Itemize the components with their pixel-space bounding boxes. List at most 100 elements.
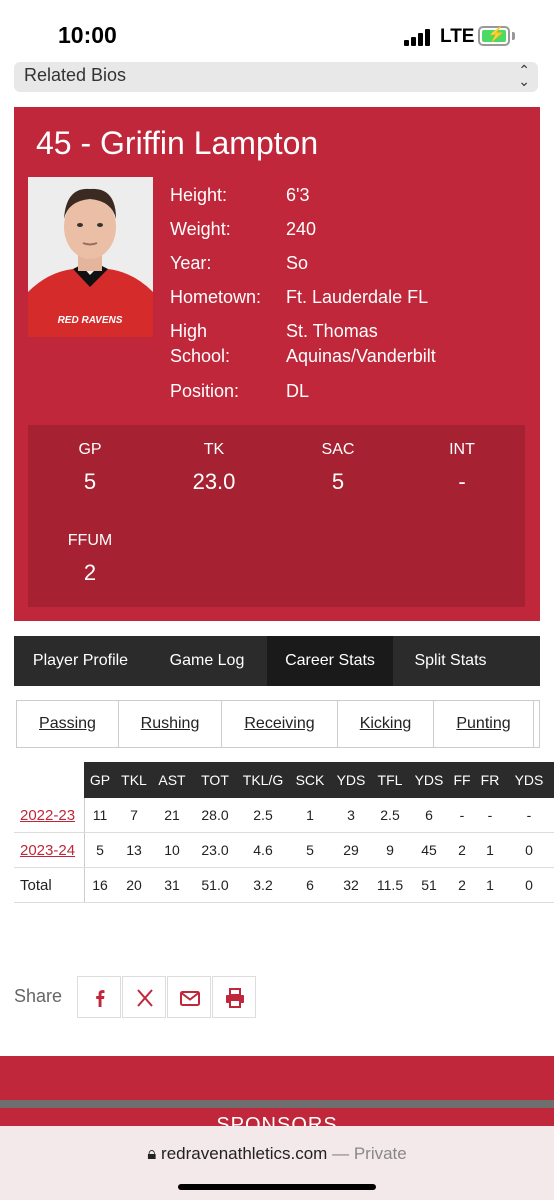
bio-label: Hometown:	[170, 287, 262, 307]
player-card: 45 - Griffin Lampton RED RAVENS Height: …	[14, 107, 540, 621]
status-time: 10:00	[58, 22, 117, 48]
table-cell: 0	[525, 842, 533, 858]
bio-label: High	[170, 321, 208, 341]
tab-career-stats[interactable]: Career Stats	[267, 636, 393, 686]
envelope-icon	[180, 991, 200, 1006]
lock-icon: 🔒︎	[147, 1144, 157, 1163]
facebook-icon	[96, 990, 105, 1007]
subtab-rushing[interactable]: Rushing	[119, 701, 222, 747]
table-cell: 11	[92, 807, 108, 823]
print-button[interactable]	[212, 976, 256, 1018]
table-cell: 10	[164, 842, 180, 858]
stat-value: 2	[83, 560, 97, 585]
col-header: AST	[158, 772, 186, 788]
table-cell: 2	[458, 877, 466, 893]
col-header: YDS	[336, 772, 366, 788]
table-cell: -	[526, 807, 532, 823]
url-display[interactable]: 🔒︎ redravenathletics.com — Private	[0, 1144, 554, 1164]
stat-value: 5	[331, 469, 345, 494]
share-facebook-button[interactable]	[77, 976, 121, 1018]
share-email-button[interactable]	[167, 976, 211, 1018]
col-header: TKL/G	[242, 772, 284, 788]
stat-gp: GP 5	[28, 441, 152, 495]
battery-tip	[512, 32, 515, 40]
table-cell: 21	[164, 807, 180, 823]
table-cell: 20	[126, 877, 142, 893]
jersey-text: RED RAVENS	[58, 315, 123, 326]
col-header: TFL	[377, 772, 403, 788]
table-cell: 0	[525, 877, 533, 893]
season-link[interactable]: 2022-23	[20, 798, 75, 833]
col-header: SCK	[295, 772, 325, 788]
stat-value: 23.0	[192, 469, 236, 494]
browser-url-bar[interactable]: 🔒︎ redravenathletics.com — Private	[0, 1126, 554, 1200]
table-cell: 2.5	[380, 807, 400, 823]
subtab-kicking[interactable]: Kicking	[338, 701, 434, 747]
bio-label: Year:	[170, 253, 212, 273]
table-cell: 4.6	[253, 842, 273, 858]
tab-player-profile[interactable]: Player Profile	[14, 636, 147, 686]
stat-sac: SAC 5	[276, 441, 400, 495]
stat-label: TK	[203, 441, 225, 458]
table-cell: 13	[126, 842, 142, 858]
tab-split-stats[interactable]: Split Stats	[393, 636, 508, 686]
bio-value: 240	[286, 219, 317, 239]
col-header: FR	[480, 772, 500, 788]
col-header: YDS	[514, 772, 544, 788]
table-header: GP TKL AST TOT TKL/G SCK YDS TFL YDS FF …	[84, 762, 554, 798]
table-cell: 6	[306, 877, 314, 893]
chevron-up-down-icon: ⌃ ⌄	[518, 62, 530, 89]
table-cell: 1	[486, 842, 494, 858]
table-cell: 7	[130, 807, 138, 823]
stat-category-tabs: Passing Rushing Receiving Kicking Puntin…	[16, 700, 540, 748]
stat-value: 5	[83, 469, 97, 494]
url-domain: redravenathletics.com	[161, 1144, 328, 1163]
col-header: GP	[89, 772, 111, 788]
table-row: 2022-23 11 7 21 28.0 2.5 1 3 2.5 6 - - -	[14, 798, 554, 833]
subtab-punting[interactable]: Punting	[434, 701, 534, 747]
bio-label: Height:	[170, 185, 228, 205]
bio-value: DL	[286, 381, 310, 401]
table-cell: 11.5	[376, 877, 404, 893]
subtab-receiving[interactable]: Receiving	[222, 701, 338, 747]
season-link[interactable]: 2023-24	[20, 833, 75, 868]
table-cell: -	[487, 807, 493, 823]
table-cell: 3	[347, 807, 355, 823]
col-header: YDS	[414, 772, 444, 788]
x-icon	[137, 989, 153, 1007]
related-bios-select[interactable]: Related Bios ⌃ ⌄	[14, 62, 538, 92]
footer-divider	[0, 1100, 554, 1108]
home-indicator[interactable]	[178, 1184, 376, 1190]
bio-label: Weight:	[170, 219, 231, 239]
stat-int: INT -	[400, 441, 524, 495]
table-cell: 28.0	[201, 807, 229, 823]
stat-label: INT	[449, 441, 475, 458]
stat-label: SAC	[321, 441, 355, 458]
stat-tk: TK 23.0	[152, 441, 276, 495]
profile-tabs: Player Profile Game Log Career Stats Spl…	[14, 636, 540, 686]
table-cell: 9	[386, 842, 394, 858]
table-cell: 31	[164, 877, 180, 893]
table-cell: 45	[421, 842, 437, 858]
table-row: 2023-24 5 13 10 23.0 4.6 5 29 9 45 2 1 0	[14, 833, 554, 868]
stat-value: -	[458, 469, 466, 494]
player-photo: RED RAVENS	[28, 177, 153, 337]
table-cell: 1	[306, 807, 314, 823]
status-bar: 10:00 LTE ⚡	[0, 0, 554, 64]
table-cell: 2	[458, 842, 466, 858]
table-cell: 6	[425, 807, 433, 823]
battery-icon: ⚡	[478, 26, 510, 46]
share-x-button[interactable]	[122, 976, 166, 1018]
stat-label: FFUM	[67, 532, 113, 549]
table-cell: 51	[421, 877, 437, 893]
tab-game-log[interactable]: Game Log	[147, 636, 267, 686]
url-private-label: — Private	[332, 1144, 407, 1163]
col-header: TOT	[201, 772, 229, 788]
table-cell: 3.2	[253, 877, 273, 893]
bio-label: School:	[170, 346, 231, 366]
summary-stats: GP 5 TK 23.0 SAC 5 INT - FFUM 2	[28, 425, 525, 607]
stat-label: GP	[78, 441, 102, 458]
subtab-passing[interactable]: Passing	[17, 701, 119, 747]
table-row: Total 16 20 31 51.0 3.2 6 32 11.5 51 2 1 0	[14, 868, 554, 903]
footer-band	[0, 1056, 554, 1100]
